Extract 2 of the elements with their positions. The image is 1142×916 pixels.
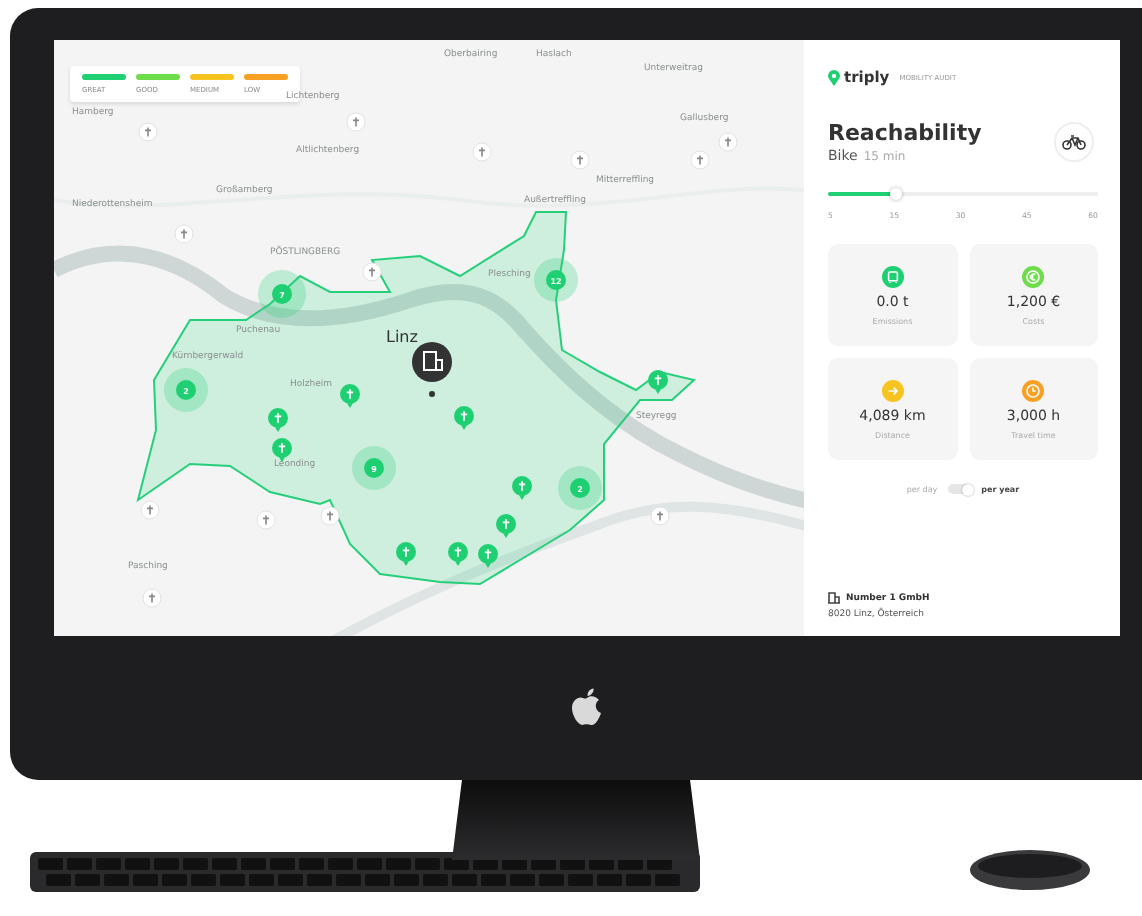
panel-title: Reachability [828, 120, 982, 146]
place-label: Linz [386, 330, 418, 346]
